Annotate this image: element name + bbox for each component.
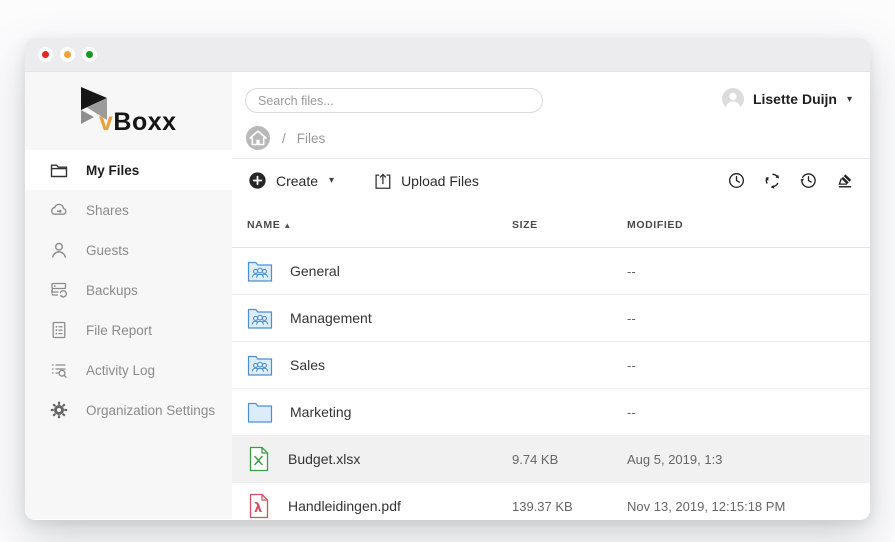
sort-asc-icon: ▲ — [283, 221, 292, 230]
list-search-icon — [49, 360, 69, 380]
column-header-name[interactable]: NAME▲ — [247, 219, 512, 231]
table-row[interactable]: Marketing -- — [232, 389, 870, 436]
table-row[interactable]: Management -- — [232, 295, 870, 342]
chevron-down-icon: ▾ — [329, 175, 334, 186]
shared-folder-icon — [247, 260, 273, 282]
file-modified: -- — [627, 264, 855, 279]
file-name: Management — [290, 310, 372, 326]
file-modified: -- — [627, 358, 855, 373]
pdf-file-icon: λ — [247, 493, 271, 519]
sidebar-item-shares[interactable]: Shares — [25, 190, 232, 230]
sidebar-item-file-report[interactable]: File Report — [25, 310, 232, 350]
file-name: Marketing — [290, 404, 351, 420]
avatar — [721, 87, 745, 111]
sidebar-item-guests[interactable]: Guests — [25, 230, 232, 270]
column-header-size[interactable]: SIZE — [512, 219, 627, 231]
file-modified: Nov 13, 2019, 12:15:18 PM — [627, 499, 855, 514]
table-row[interactable]: λ Handleidingen.pdf 139.37 KB Nov 13, 20… — [232, 483, 870, 519]
app-window: vBoxx My Files Shares — [25, 38, 870, 520]
table-header: NAME▲ SIZE MODIFIED — [232, 202, 870, 248]
logo: vBoxx — [25, 72, 232, 150]
sidebar-item-activity-log[interactable]: Activity Log — [25, 350, 232, 390]
excel-file-icon — [247, 446, 271, 472]
person-icon — [49, 240, 69, 260]
file-name: Budget.xlsx — [288, 451, 360, 467]
file-name: General — [290, 263, 340, 279]
file-modified: -- — [627, 405, 855, 420]
search-input[interactable] — [245, 88, 543, 113]
home-icon[interactable] — [245, 125, 271, 151]
column-header-modified[interactable]: MODIFIED — [627, 219, 855, 231]
file-modified: Aug 5, 2019, 1:3 — [627, 452, 855, 467]
clock-icon[interactable] — [727, 171, 746, 190]
logo-text: vBoxx — [99, 108, 177, 137]
file-list: General -- — [232, 248, 870, 519]
table-row[interactable]: Budget.xlsx 9.74 KB Aug 5, 2019, 1:3 — [232, 436, 870, 483]
sidebar-item-my-files[interactable]: My Files — [25, 150, 232, 190]
file-modified: -- — [627, 311, 855, 326]
sidebar-item-label: My Files — [86, 163, 139, 178]
sidebar-item-label: Activity Log — [86, 363, 155, 378]
upload-icon — [372, 171, 392, 191]
breadcrumb-separator: / — [282, 131, 286, 146]
eraser-icon[interactable] — [835, 171, 854, 190]
chevron-down-icon: ▾ — [847, 94, 852, 105]
cloud-share-icon — [49, 200, 69, 220]
breadcrumb-current[interactable]: Files — [297, 131, 326, 146]
backup-icon — [49, 280, 69, 300]
folder-icon — [49, 160, 69, 180]
sidebar-item-label: Organization Settings — [86, 403, 215, 418]
create-button[interactable]: Create ▾ — [248, 171, 334, 190]
close-window-button[interactable] — [38, 47, 53, 62]
folder-icon — [247, 401, 273, 423]
file-size: 9.74 KB — [512, 452, 627, 467]
sidebar-item-label: Guests — [86, 243, 129, 258]
sidebar-item-label: File Report — [86, 323, 152, 338]
sidebar-item-label: Backups — [86, 283, 138, 298]
sidebar: vBoxx My Files Shares — [25, 72, 232, 519]
main-panel: Lisette Duijn ▾ / Files — [232, 72, 870, 519]
plus-circle-icon — [248, 171, 267, 190]
sidebar-item-label: Shares — [86, 203, 129, 218]
sidebar-item-organization-settings[interactable]: Organization Settings — [25, 390, 232, 430]
upload-files-button[interactable]: Upload Files — [372, 171, 479, 191]
window-titlebar — [25, 38, 870, 72]
shared-folder-icon — [247, 307, 273, 329]
toolbar-right-icons — [727, 171, 854, 190]
document-icon — [49, 320, 69, 340]
create-label: Create — [276, 173, 318, 189]
recycle-icon[interactable] — [763, 171, 782, 190]
file-name: Sales — [290, 357, 325, 373]
sidebar-item-backups[interactable]: Backups — [25, 270, 232, 310]
gear-icon — [49, 400, 69, 420]
history-icon[interactable] — [799, 171, 818, 190]
zoom-window-button[interactable] — [82, 47, 97, 62]
shared-folder-icon — [247, 354, 273, 376]
breadcrumb: / Files — [245, 125, 325, 151]
table-row[interactable]: Sales -- — [232, 342, 870, 389]
user-name: Lisette Duijn — [753, 91, 837, 107]
user-menu[interactable]: Lisette Duijn ▾ — [721, 87, 852, 111]
svg-text:λ: λ — [254, 501, 262, 516]
table-row[interactable]: General -- — [232, 248, 870, 295]
upload-files-label: Upload Files — [401, 173, 479, 189]
minimize-window-button[interactable] — [60, 47, 75, 62]
file-name: Handleidingen.pdf — [288, 498, 401, 514]
file-size: 139.37 KB — [512, 499, 627, 514]
toolbar: Create ▾ Upload Files — [232, 159, 870, 202]
